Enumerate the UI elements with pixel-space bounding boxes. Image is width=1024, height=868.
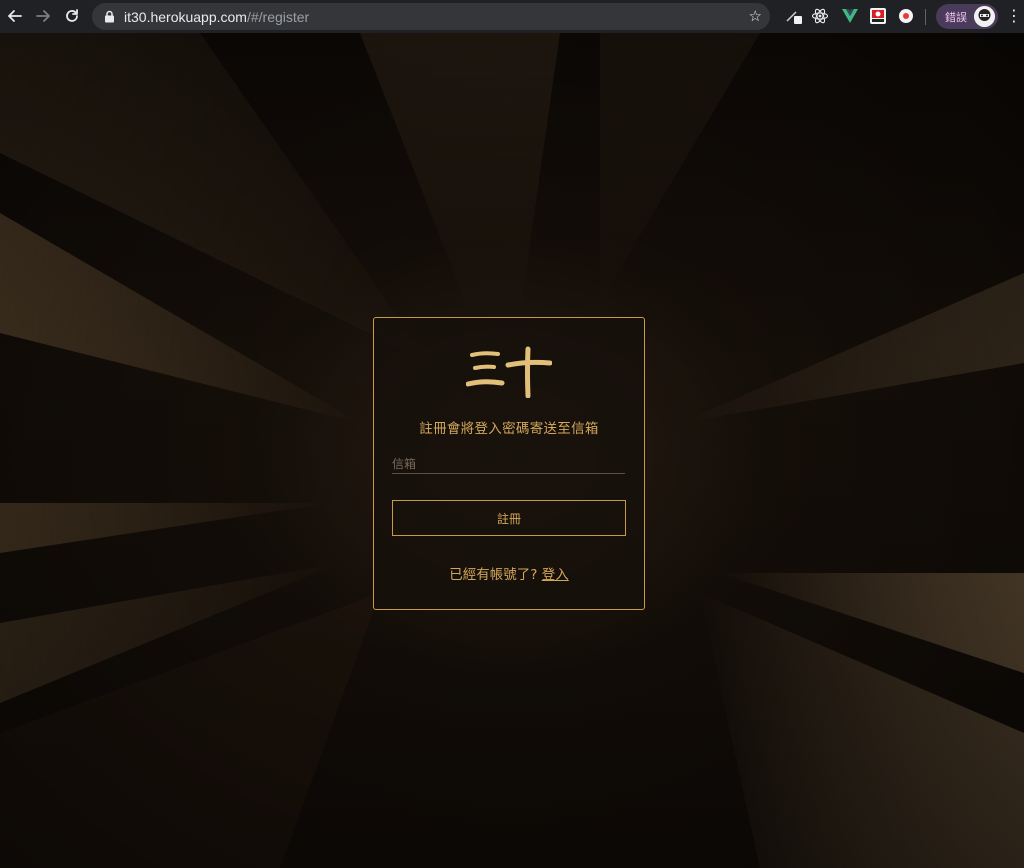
have-account-line: 已經有帳號了? 登入 bbox=[374, 563, 644, 583]
profile-error-label: 錯誤 bbox=[945, 10, 967, 24]
vue-devtools-icon[interactable] bbox=[841, 7, 859, 25]
register-hint-text: 註冊會將登入密碼寄送至信箱 bbox=[419, 421, 599, 437]
reload-icon[interactable] bbox=[62, 6, 82, 26]
page-background: 註冊會將登入密碼寄送至信箱 註冊 已經有帳號了? 登入 bbox=[0, 33, 1024, 868]
url-host: it30.herokuapp.com bbox=[124, 8, 247, 25]
extension-pen-icon[interactable] bbox=[785, 7, 803, 25]
back-arrow-icon[interactable] bbox=[5, 6, 25, 26]
email-input[interactable] bbox=[392, 455, 625, 474]
browser-menu-kebab-icon[interactable]: ⋮ bbox=[1006, 6, 1022, 26]
extension-red-dot-icon[interactable] bbox=[897, 7, 915, 25]
profile-button[interactable]: 錯誤 bbox=[936, 4, 998, 29]
react-devtools-icon[interactable] bbox=[811, 7, 829, 25]
register-button[interactable]: 註冊 bbox=[392, 500, 626, 536]
lock-icon bbox=[102, 10, 116, 24]
profile-avatar bbox=[974, 6, 995, 27]
bookmark-star-icon[interactable]: ☆ bbox=[749, 7, 762, 25]
address-bar[interactable]: it30.herokuapp.com/#/register ☆ bbox=[92, 3, 770, 30]
have-account-text: 已經有帳號了? bbox=[449, 567, 538, 583]
browser-toolbar: it30.herokuapp.com/#/register ☆ 錯誤 ⋮ bbox=[0, 0, 1024, 33]
toolbar-divider bbox=[925, 9, 926, 25]
forward-arrow-icon[interactable] bbox=[33, 6, 53, 26]
register-card: 註冊會將登入密碼寄送至信箱 註冊 已經有帳號了? 登入 bbox=[373, 317, 645, 610]
extension-red-badge-icon[interactable] bbox=[869, 7, 887, 25]
login-link[interactable]: 登入 bbox=[542, 567, 569, 583]
url-path: /#/register bbox=[246, 8, 310, 25]
logo-brand-mark bbox=[466, 346, 552, 398]
